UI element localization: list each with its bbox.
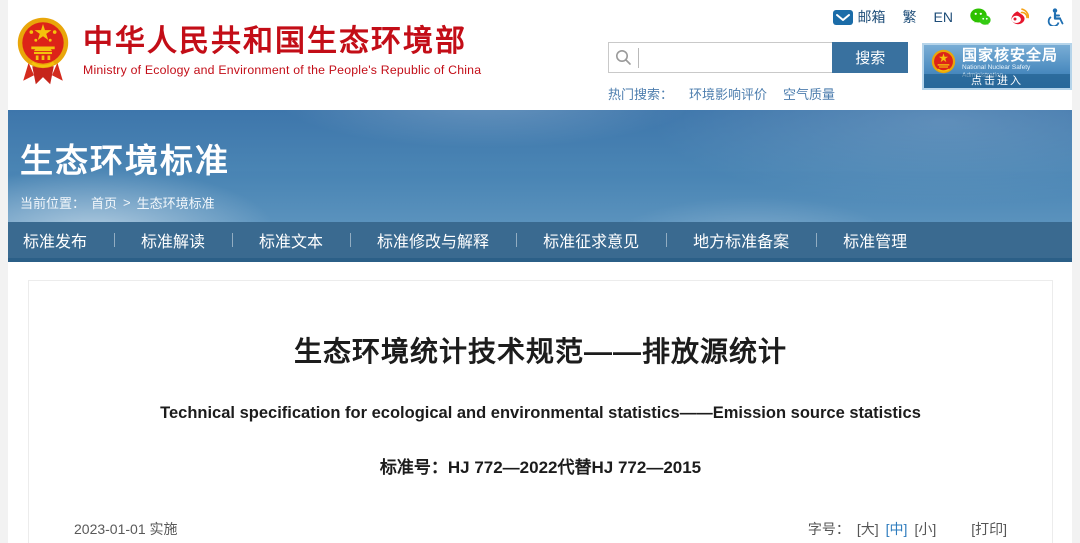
tab-standard-interpretation[interactable]: 标准解读 [114, 222, 232, 258]
content-area: 生态环境统计技术规范——排放源统计 Technical specificatio… [8, 262, 1072, 543]
nuclear-badge-title: 国家核安全局 [962, 47, 1059, 64]
page: 中华人民共和国生态环境部 Ministry of Ecology and Env… [8, 0, 1072, 543]
font-size-controls: 字号： [大] [中] [小] [打印] [808, 519, 1007, 539]
breadcrumb: 当前位置： 首页 > 生态环境标准 [20, 193, 1072, 212]
search-icon [609, 49, 638, 66]
nuclear-badge-enter[interactable]: 点击进入 [924, 74, 1070, 88]
hot-search-link-air[interactable]: 空气质量 [783, 84, 835, 103]
nuclear-safety-badge[interactable]: 国家核安全局 National Nuclear Safety Administr… [922, 43, 1072, 90]
hot-search-link-eia[interactable]: 环境影响评价 [689, 84, 767, 103]
search-input[interactable] [639, 44, 833, 71]
hot-search-row: 热门搜索： 环境影响评价 空气质量 [608, 84, 908, 103]
ministry-name-en: Ministry of Ecology and Environment of t… [83, 63, 482, 77]
font-size-medium-button[interactable]: [中] [886, 519, 908, 539]
implement-date: 2023-01-01 实施 [74, 521, 178, 537]
search-area: 搜索 热门搜索： 环境影响评价 空气质量 [608, 42, 908, 103]
site-header: 中华人民共和国生态环境部 Ministry of Ecology and Env… [8, 0, 1072, 110]
font-size-small-button[interactable]: [小] [914, 519, 936, 539]
ministry-name-cn: 中华人民共和国生态环境部 [83, 25, 467, 58]
ministry-title-block: 中华人民共和国生态环境部 Ministry of Ecology and Env… [83, 12, 482, 78]
article-title-cn: 生态环境统计技术规范——排放源统计 [293, 336, 787, 367]
national-emblem-icon [16, 12, 70, 95]
article-standard-number: 标准号：HJ 772—2022代替HJ 772—2015 [379, 458, 702, 477]
english-link[interactable]: EN [934, 9, 953, 25]
accessibility-icon[interactable] [1046, 8, 1064, 26]
article-meta-row: 2023-01-01 实施 字号： [大] [中] [小] [打印] [74, 519, 1007, 539]
weibo-icon[interactable] [1008, 8, 1029, 26]
breadcrumb-label: 当前位置： [20, 196, 86, 211]
breadcrumb-separator: > [123, 195, 131, 210]
article-title-en: Technical specification for ecological a… [160, 404, 921, 422]
tab-standard-management[interactable]: 标准管理 [816, 222, 934, 258]
breadcrumb-home-link[interactable]: 首页 [91, 193, 117, 212]
ministry-logo[interactable]: 中华人民共和国生态环境部 Ministry of Ecology and Env… [16, 12, 481, 95]
utility-bar: 邮箱 繁 EN [832, 7, 1064, 27]
tab-standard-release[interactable]: 标准发布 [8, 222, 114, 258]
hot-search-label: 热门搜索： [608, 87, 674, 102]
tab-standard-comments[interactable]: 标准征求意见 [516, 222, 666, 258]
section-banner: 生态环境标准 当前位置： 首页 > 生态环境标准 [8, 110, 1072, 222]
font-size-large-button[interactable]: [大] [857, 519, 879, 539]
wechat-icon[interactable] [970, 8, 991, 26]
tab-standard-text[interactable]: 标准文本 [232, 222, 350, 258]
page-title: 生态环境标准 [20, 142, 230, 179]
traditional-chinese-link[interactable]: 繁 [903, 7, 917, 27]
font-size-label: 字号： [807, 521, 850, 537]
mail-link[interactable]: 邮箱 [832, 7, 886, 27]
search-button[interactable]: 搜索 [832, 42, 908, 73]
tab-local-standard-filing[interactable]: 地方标准备案 [666, 222, 816, 258]
standards-navbar: 标准发布 标准解读 标准文本 标准修改与解释 标准征求意见 地方标准备案 标准管… [8, 222, 1072, 262]
search-box: 搜索 [608, 42, 908, 73]
print-button[interactable]: [打印] [971, 519, 1007, 539]
breadcrumb-current: 生态环境标准 [136, 196, 215, 211]
article-card: 生态环境统计技术规范——排放源统计 Technical specificatio… [28, 280, 1053, 543]
mail-icon [832, 9, 853, 25]
tab-standard-amendment[interactable]: 标准修改与解释 [350, 222, 516, 258]
